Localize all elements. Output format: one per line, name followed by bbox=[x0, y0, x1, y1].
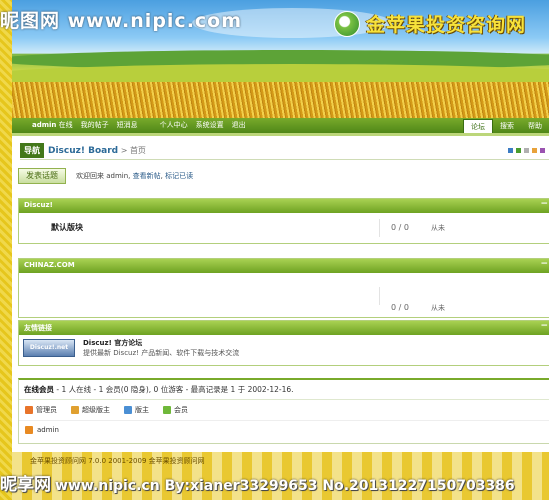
top-nav: admin 在线 我的帖子 短消息 个人中心 系统设置 退出 论坛 搜索 帮助 bbox=[12, 118, 549, 134]
forum-category: Discuz! − 默认版块 0 / 0 从未 bbox=[18, 198, 549, 244]
breadcrumb-separator: > bbox=[118, 146, 130, 155]
forum-row: 默认版块 0 / 0 从未 bbox=[19, 213, 549, 243]
legend-label: 管理员 bbox=[36, 406, 57, 414]
theme-swatch-blue[interactable] bbox=[508, 148, 513, 153]
forum-count: 0 / 0 bbox=[391, 223, 409, 232]
theme-swatch-purple[interactable] bbox=[540, 148, 545, 153]
online-user[interactable]: admin bbox=[37, 426, 59, 434]
link-title[interactable]: Discuz! 官方论坛 bbox=[83, 338, 142, 348]
online-status: 在线 bbox=[58, 121, 73, 129]
tab-help[interactable]: 帮助 bbox=[521, 119, 549, 134]
divider bbox=[379, 219, 380, 237]
username-link[interactable]: admin bbox=[32, 121, 56, 129]
legend-label: 会员 bbox=[174, 406, 188, 414]
watermark-bottom: 昵享网 www.nipic.cn By:xianer33299653 No.201… bbox=[0, 470, 549, 495]
online-header: 在线会员 - 1 人在线 - 1 会员(0 隐身), 0 位游客 - 最高记录是… bbox=[19, 380, 549, 400]
sub-bar bbox=[12, 133, 549, 136]
link-description: 提供最新 Discuz! 产品新闻、软件下载与技术交流 bbox=[83, 349, 240, 357]
online-summary: - 1 人在线 - 1 会员(0 隐身), 0 位游客 - 最高记录是 1 于 … bbox=[56, 385, 294, 394]
welcome-text: 欢迎回来 admin, 查看新帖, 标记已读 bbox=[76, 172, 194, 180]
admin-icon bbox=[25, 406, 33, 414]
legend-admin: 管理员 bbox=[25, 405, 57, 415]
theme-swatch-green[interactable] bbox=[516, 148, 521, 153]
forum-last-post: 从未 bbox=[431, 224, 445, 232]
watermark-id: www.nipic.cn By:xianer33299653 No.201312… bbox=[55, 478, 515, 494]
member-icon bbox=[163, 406, 171, 414]
collapse-icon[interactable]: − bbox=[540, 321, 548, 331]
online-members: 在线会员 - 1 人在线 - 1 会员(0 隐身), 0 位游客 - 最高记录是… bbox=[18, 378, 549, 444]
online-title[interactable]: 在线会员 bbox=[24, 385, 54, 394]
mark-read-link[interactable]: 标记已读 bbox=[165, 172, 193, 180]
breadcrumb: 导航 Discuz! Board > 首页 bbox=[20, 143, 146, 158]
user-bar: 发表话题 欢迎回来 admin, 查看新帖, 标记已读 bbox=[18, 168, 193, 184]
category-title[interactable]: CHINAZ.COM bbox=[24, 261, 75, 269]
legend-moderator: 版主 bbox=[124, 405, 149, 415]
user-menu: admin 在线 我的帖子 短消息 个人中心 系统设置 退出 bbox=[32, 120, 246, 130]
collapse-icon[interactable]: − bbox=[540, 199, 548, 209]
page-inner: 金苹果投资咨询网 admin 在线 我的帖子 短消息 个人中心 系统设置 退出 … bbox=[12, 0, 549, 500]
nav-my-posts[interactable]: 我的帖子 bbox=[81, 120, 109, 130]
super-moderator-icon bbox=[71, 406, 79, 414]
user-status: admin 在线 bbox=[32, 120, 73, 130]
legend-super-moderator: 超级版主 bbox=[71, 405, 110, 415]
discuz-logo[interactable]: Discuz!.net bbox=[23, 339, 75, 357]
friend-links: 友情链接 − Discuz!.net Discuz! 官方论坛 提供最新 Dis… bbox=[18, 320, 549, 366]
theme-swatch-gray[interactable] bbox=[524, 148, 529, 153]
watermark-brand: 昵享网 bbox=[0, 475, 51, 495]
page-frame: 金苹果投资咨询网 admin 在线 我的帖子 短消息 个人中心 系统设置 退出 … bbox=[0, 0, 549, 500]
divider bbox=[20, 159, 549, 160]
legend-label: 版主 bbox=[135, 406, 149, 414]
nav-spacer bbox=[146, 120, 152, 130]
links-title: 友情链接 bbox=[24, 324, 52, 332]
collapse-icon[interactable]: − bbox=[540, 259, 548, 269]
nav-profile[interactable]: 个人中心 bbox=[160, 120, 188, 130]
link-item: Discuz!.net Discuz! 官方论坛 提供最新 Discuz! 产品… bbox=[19, 335, 549, 365]
forum-name[interactable]: 默认版块 bbox=[51, 222, 83, 233]
tab-search[interactable]: 搜索 bbox=[493, 119, 521, 134]
legend-member: 会员 bbox=[163, 405, 188, 415]
forum-last-post: 从未 bbox=[431, 304, 445, 312]
nav-settings[interactable]: 系统设置 bbox=[196, 120, 224, 130]
logo-text: 金苹果投资咨询网 bbox=[366, 14, 527, 36]
footer-text: 金苹果投资顾问网 7.0.0 2001-2009 金苹果投资顾问网 bbox=[30, 457, 205, 465]
forum-category: CHINAZ.COM − 0 / 0 从未 bbox=[18, 258, 549, 318]
breadcrumb-tag: 导航 bbox=[20, 143, 44, 158]
category-header[interactable]: CHINAZ.COM − bbox=[19, 259, 549, 273]
moderator-icon bbox=[124, 406, 132, 414]
forum-count: 0 / 0 bbox=[391, 303, 409, 312]
watermark-top: 昵图网 www.nipic.com bbox=[0, 10, 243, 32]
category-title[interactable]: Discuz! bbox=[24, 201, 53, 209]
site-logo[interactable]: 金苹果投资咨询网 bbox=[334, 10, 526, 37]
banner-wheat bbox=[12, 82, 549, 118]
divider bbox=[379, 287, 380, 305]
category-header[interactable]: Discuz! − bbox=[19, 199, 549, 213]
legend-label: 超级版主 bbox=[82, 406, 110, 414]
tab-forum[interactable]: 论坛 bbox=[463, 119, 493, 134]
member-legend: 管理员 超级版主 版主 会员 bbox=[19, 400, 549, 421]
welcome-username: admin bbox=[106, 172, 129, 180]
online-user-list: admin bbox=[19, 421, 549, 439]
admin-icon bbox=[25, 426, 33, 434]
theme-color-switcher bbox=[508, 148, 545, 153]
nav-logout[interactable]: 退出 bbox=[232, 120, 246, 130]
links-header[interactable]: 友情链接 − bbox=[19, 321, 549, 335]
theme-swatch-orange[interactable] bbox=[532, 148, 537, 153]
apple-logo-icon bbox=[334, 10, 360, 37]
separator-glyph: > bbox=[120, 146, 128, 155]
breadcrumb-home: 首页 bbox=[129, 146, 146, 155]
view-new-posts-link[interactable]: 查看新帖 bbox=[133, 172, 161, 180]
post-topic-button[interactable]: 发表话题 bbox=[18, 168, 66, 184]
forum-row: 0 / 0 从未 bbox=[19, 273, 549, 317]
welcome-prefix: 欢迎回来 bbox=[76, 172, 104, 180]
main-tabs: 论坛 搜索 帮助 bbox=[463, 119, 549, 134]
nav-messages[interactable]: 短消息 bbox=[117, 120, 138, 130]
breadcrumb-board[interactable]: Discuz! Board bbox=[48, 146, 118, 156]
